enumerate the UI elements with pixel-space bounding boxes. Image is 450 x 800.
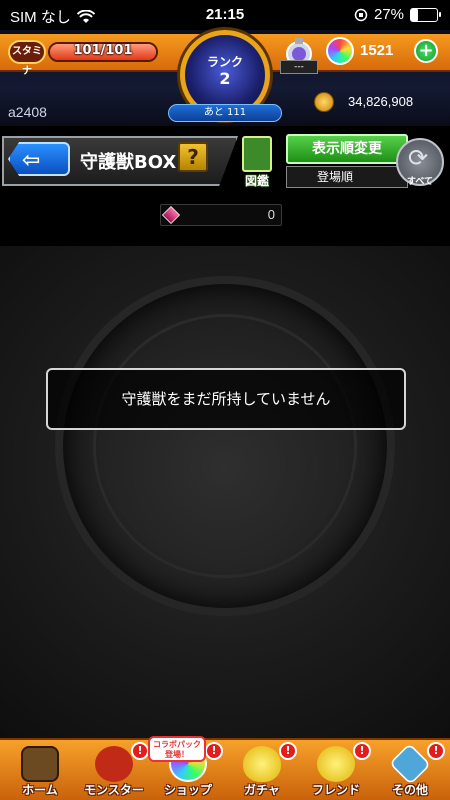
other-alert-badge: ! [427, 742, 445, 760]
emblem-inner-ring [93, 314, 357, 578]
show-all-label: すべて [406, 177, 433, 187]
castle-icon [21, 746, 59, 782]
nav-home-label: ホーム [22, 783, 58, 797]
monster-icon [95, 746, 133, 782]
orb-shop-status: --- [280, 60, 318, 74]
nav-friend[interactable]: ! フレンド [299, 742, 373, 800]
battery-icon [410, 7, 441, 22]
egg-icon [243, 746, 281, 782]
nav-gacha-label: ガチャ [244, 783, 280, 797]
game-header: スタミナ 101/101 ランク 2 あと 111 --- 1521 + a24… [0, 30, 450, 126]
friend-alert-badge: ! [353, 742, 371, 760]
back-arrow-icon: ⇦ [22, 148, 41, 173]
battery-group: 27% [354, 6, 441, 23]
zukan-card-icon [242, 136, 272, 172]
zukan-label: 図鑑 [244, 174, 269, 188]
nav-monster-label: モンスター [84, 783, 144, 797]
battery-percent: 27% [373, 6, 404, 23]
zukan-button[interactable]: 図鑑 [240, 136, 274, 188]
coin-count: 34,826,908 [348, 94, 414, 109]
stamina-label: スタミナ [8, 40, 46, 77]
rank-label: ランク [206, 55, 243, 69]
username: a2408 [8, 104, 47, 120]
orb-icon [326, 37, 354, 65]
orb-count: 1521 [360, 42, 394, 59]
rank-value: 2 [219, 69, 231, 88]
nav-gacha[interactable]: ! ガチャ [225, 742, 299, 800]
coin-icon [314, 92, 334, 112]
nav-other-label: その他 [391, 783, 428, 797]
xp-remaining: あと 111 [168, 104, 282, 122]
sort-order-button[interactable]: 表示順変更 [286, 134, 408, 164]
nav-shop-label: ショップ [163, 783, 212, 797]
guardian-list-area: 守護獣をまだ所持していません [0, 246, 450, 738]
battery-level [411, 8, 419, 21]
nav-monster[interactable]: ! モンスター [77, 742, 151, 800]
help-button[interactable]: ? [178, 142, 208, 172]
nav-other[interactable]: ! その他 [373, 742, 447, 800]
page-title: 守護獣BOX [80, 152, 177, 173]
other-icon [389, 743, 431, 785]
orientation-lock-icon [354, 8, 368, 21]
dragon-emblem-icon [55, 276, 395, 616]
back-button[interactable]: ⇦ [8, 142, 70, 176]
status-bar: SIM なし 21:15 27% [0, 0, 450, 30]
nav-home[interactable]: ホーム [3, 742, 77, 800]
title-bar: ⇦ 守護獣BOX ? 図鑑 表示順変更 登場順 ⟳ すべて [0, 126, 450, 196]
refresh-icon: ⟳ [408, 144, 429, 172]
shop-alert-badge: ! [205, 742, 223, 760]
nav-friend-label: フレンド [311, 783, 360, 797]
add-orb-button[interactable]: + [414, 39, 438, 63]
guardian-count-value: 0 [267, 207, 275, 222]
gem-icon [161, 205, 181, 225]
empty-message: 守護獣をまだ所持していません [46, 368, 406, 430]
sort-order-select[interactable]: 登場順 [286, 166, 408, 188]
gacha-alert-badge: ! [279, 742, 297, 760]
friends-icon [317, 746, 355, 782]
collab-pack-tag: コラボパック登場！ [148, 736, 206, 762]
bottom-nav: ホーム ! モンスター ! ショップ ! ガチャ ! フレンド ! その他 [0, 738, 450, 800]
guardian-count: 0 [160, 204, 282, 226]
stamina-value: 101/101 [73, 43, 133, 58]
monster-alert-badge: ! [131, 742, 149, 760]
show-all-button[interactable]: ⟳ すべて [396, 138, 444, 187]
